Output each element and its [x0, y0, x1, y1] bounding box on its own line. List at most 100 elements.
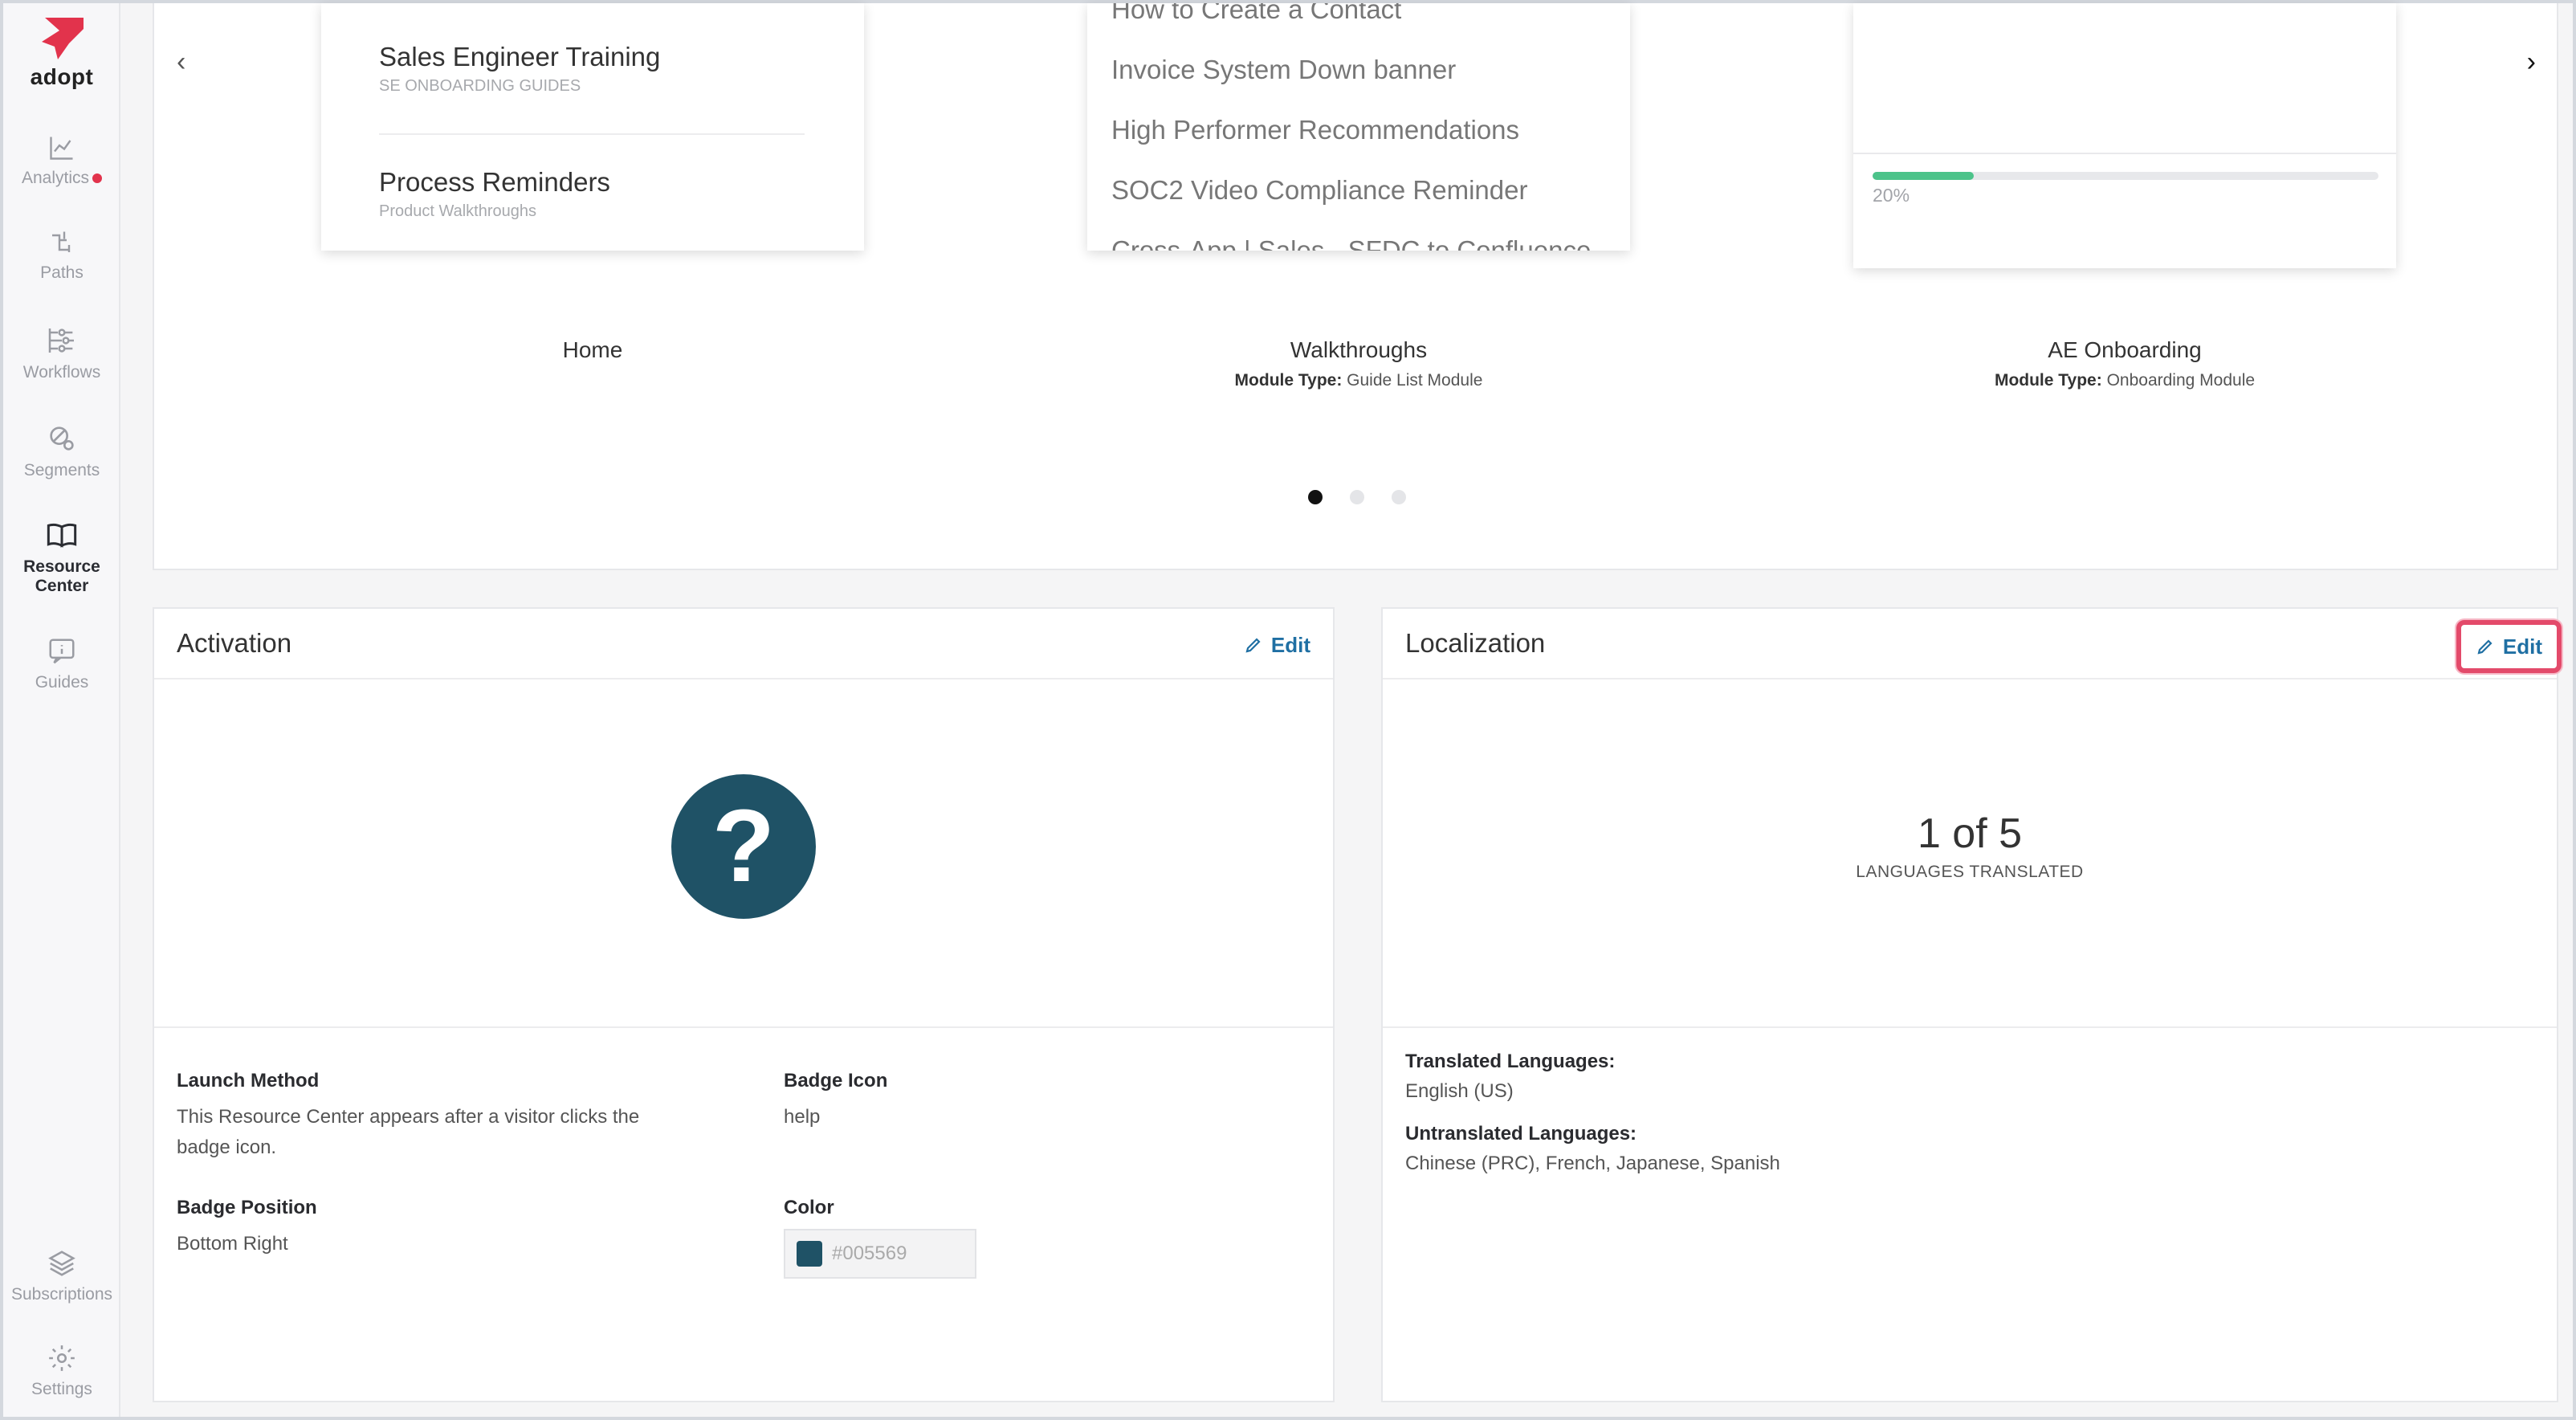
segments-icon	[50, 426, 74, 451]
info-label: Untranslated Languages:	[1405, 1123, 1637, 1145]
notification-dot	[92, 173, 103, 184]
walkthroughs-module-preview[interactable]: How to Create a Contact Invoice System D…	[1087, 3, 1630, 251]
module-type-value: Onboarding Module	[2106, 371, 2256, 390]
guide-icon	[49, 639, 75, 664]
guide-list: How to Create a Contact Invoice System D…	[1111, 3, 1591, 251]
ae-onboarding-module-preview[interactable]: 20%	[1853, 3, 2396, 268]
module-type: Module Type: Guide List Module	[1087, 371, 1630, 390]
module-carousel: ‹ › Sales Engineer Training SE ONBOARDIN…	[153, 3, 2558, 570]
sidebar-item-workflows[interactable]: Workflows	[3, 324, 120, 382]
paths-icon	[52, 231, 71, 252]
panel-header: Localization Edit	[1383, 609, 2562, 679]
module-label-home: Home	[321, 337, 864, 363]
activation-edit-button[interactable]: Edit	[1229, 620, 1325, 670]
carousel-dot[interactable]	[1308, 490, 1323, 504]
brand-name: adopt	[30, 64, 94, 89]
info-label: Launch Method	[177, 1070, 320, 1092]
adopt-logo-icon	[42, 18, 84, 59]
sidebar-item-analytics[interactable]: Analytics	[3, 133, 120, 188]
gear-icon	[49, 1345, 75, 1371]
carousel-prev-arrow[interactable]: ‹	[177, 47, 185, 78]
pencil-icon	[1245, 638, 1261, 653]
line-chart-icon	[50, 137, 73, 160]
list-item[interactable]: Cross-App | Sales - SFDC to Confluence	[1111, 220, 1591, 251]
module-type-value: Guide List Module	[1347, 371, 1483, 390]
item-subtitle: SE ONBOARDING GUIDES	[379, 77, 581, 95]
sidebar-item-paths[interactable]: Paths	[3, 228, 120, 283]
translation-stat: 1 of 5 LANGUAGES TRANSLATED	[1383, 810, 2557, 882]
info-label: Translated Languages:	[1405, 1051, 1616, 1072]
list-item[interactable]: SOC2 Video Compliance Reminder	[1111, 160, 1591, 220]
list-item[interactable]: Sales Engineer Training SE ONBOARDING GU…	[379, 42, 660, 96]
onboarding-progress-bar	[1873, 172, 2378, 180]
carousel-pagination	[154, 490, 2560, 508]
info-value: English (US)	[1405, 1080, 1514, 1102]
sidebar-item-label: Subscriptions	[10, 1285, 113, 1304]
activation-preview: ?	[154, 681, 1333, 1028]
home-module-preview[interactable]: Sales Engineer Training SE ONBOARDING GU…	[321, 3, 864, 251]
list-item[interactable]: How to Create a Contact	[1111, 3, 1591, 39]
item-title: Process Reminders	[379, 167, 610, 197]
sidebar-item-label: Guides	[35, 673, 89, 692]
module-name: AE Onboarding	[2048, 337, 2202, 362]
module-name: Home	[562, 337, 623, 362]
sidebar-item-settings[interactable]: Settings	[3, 1343, 120, 1399]
info-value: This Resource Center appears after a vis…	[177, 1106, 640, 1158]
module-name: Walkthroughs	[1290, 337, 1428, 362]
carousel-dot[interactable]	[1392, 490, 1406, 504]
layers-icon	[48, 1251, 75, 1276]
item-subtitle: Product Walkthroughs	[379, 202, 537, 220]
progress-fill	[1873, 172, 1974, 180]
info-label: Badge Icon	[784, 1070, 888, 1092]
info-value: Chinese (PRC), French, Japanese, Spanish	[1405, 1153, 1780, 1174]
panel-title: Localization	[1405, 628, 1546, 658]
color-field: #005569	[784, 1229, 976, 1279]
list-item[interactable]: Invoice System Down banner	[1111, 39, 1591, 100]
list-item[interactable]: Process Reminders Product Walkthroughs	[379, 167, 610, 221]
pencil-icon	[2477, 639, 2492, 655]
localization-edit-button[interactable]: Edit	[2456, 620, 2562, 673]
module-type-label: Module Type:	[1234, 371, 1343, 390]
panel-title: Activation	[177, 628, 292, 658]
sidebar-item-guides[interactable]: Guides	[3, 636, 120, 692]
stat-value: 1 of 5	[1917, 810, 2023, 857]
launch-method: Launch Method This Resource Center appea…	[177, 1070, 675, 1163]
sidebar-item-label: Settings	[31, 1380, 92, 1398]
module-type-label: Module Type:	[1994, 371, 2102, 390]
module-label-walkthroughs: Walkthroughs Module Type: Guide List Mod…	[1087, 337, 1630, 390]
info-label: Color	[784, 1197, 834, 1218]
module-label-ae-onboarding: AE Onboarding Module Type: Onboarding Mo…	[1853, 337, 2396, 390]
localization-summary: 1 of 5 LANGUAGES TRANSLATED	[1383, 681, 2557, 1028]
sidebar-item-resource-center[interactable]: Resource Center	[3, 519, 120, 596]
info-label: Badge Position	[177, 1197, 317, 1218]
sidebar-item-label: Paths	[40, 263, 84, 282]
sidebar-item-label: Analytics	[21, 169, 90, 187]
divider	[1853, 153, 2396, 154]
carousel-dot[interactable]	[1350, 490, 1364, 504]
sidebar-item-label: Workflows	[22, 363, 101, 382]
sidebar-item-subscriptions[interactable]: Subscriptions	[3, 1248, 120, 1304]
color-swatch	[797, 1241, 822, 1267]
carousel-next-arrow[interactable]: ›	[2527, 47, 2536, 78]
list-item[interactable]: High Performer Recommendations	[1111, 100, 1591, 160]
untranslated-languages: Untranslated Languages: Chinese (PRC), F…	[1405, 1123, 1780, 1179]
item-title: Sales Engineer Training	[379, 42, 661, 71]
panel-header: Activation Edit	[154, 609, 1333, 679]
translated-languages: Translated Languages: English (US)	[1405, 1051, 1615, 1107]
sidebar-item-segments[interactable]: Segments	[3, 422, 120, 480]
sidebar: adopt Analytics Paths Workflows Segments…	[3, 3, 120, 1417]
localization-panel: Localization Edit 1 of 5 LANGUAGES TRANS…	[1381, 607, 2562, 1402]
divider	[379, 133, 805, 135]
edit-label: Edit	[2502, 634, 2542, 659]
info-value: Bottom Right	[177, 1233, 288, 1255]
workflows-icon	[48, 328, 74, 353]
book-icon	[47, 523, 77, 548]
adopt-logo[interactable]: adopt	[3, 14, 120, 90]
badge-icon: Badge Icon help	[784, 1070, 887, 1132]
activation-panel: Activation Edit ? Launch Method This Res…	[153, 607, 1335, 1402]
sidebar-item-label: Resource Center	[23, 557, 100, 595]
help-badge-icon: ?	[671, 774, 816, 919]
color-value: #005569	[832, 1242, 907, 1264]
edit-label: Edit	[1270, 632, 1310, 657]
module-type: Module Type: Onboarding Module	[1853, 371, 2396, 390]
